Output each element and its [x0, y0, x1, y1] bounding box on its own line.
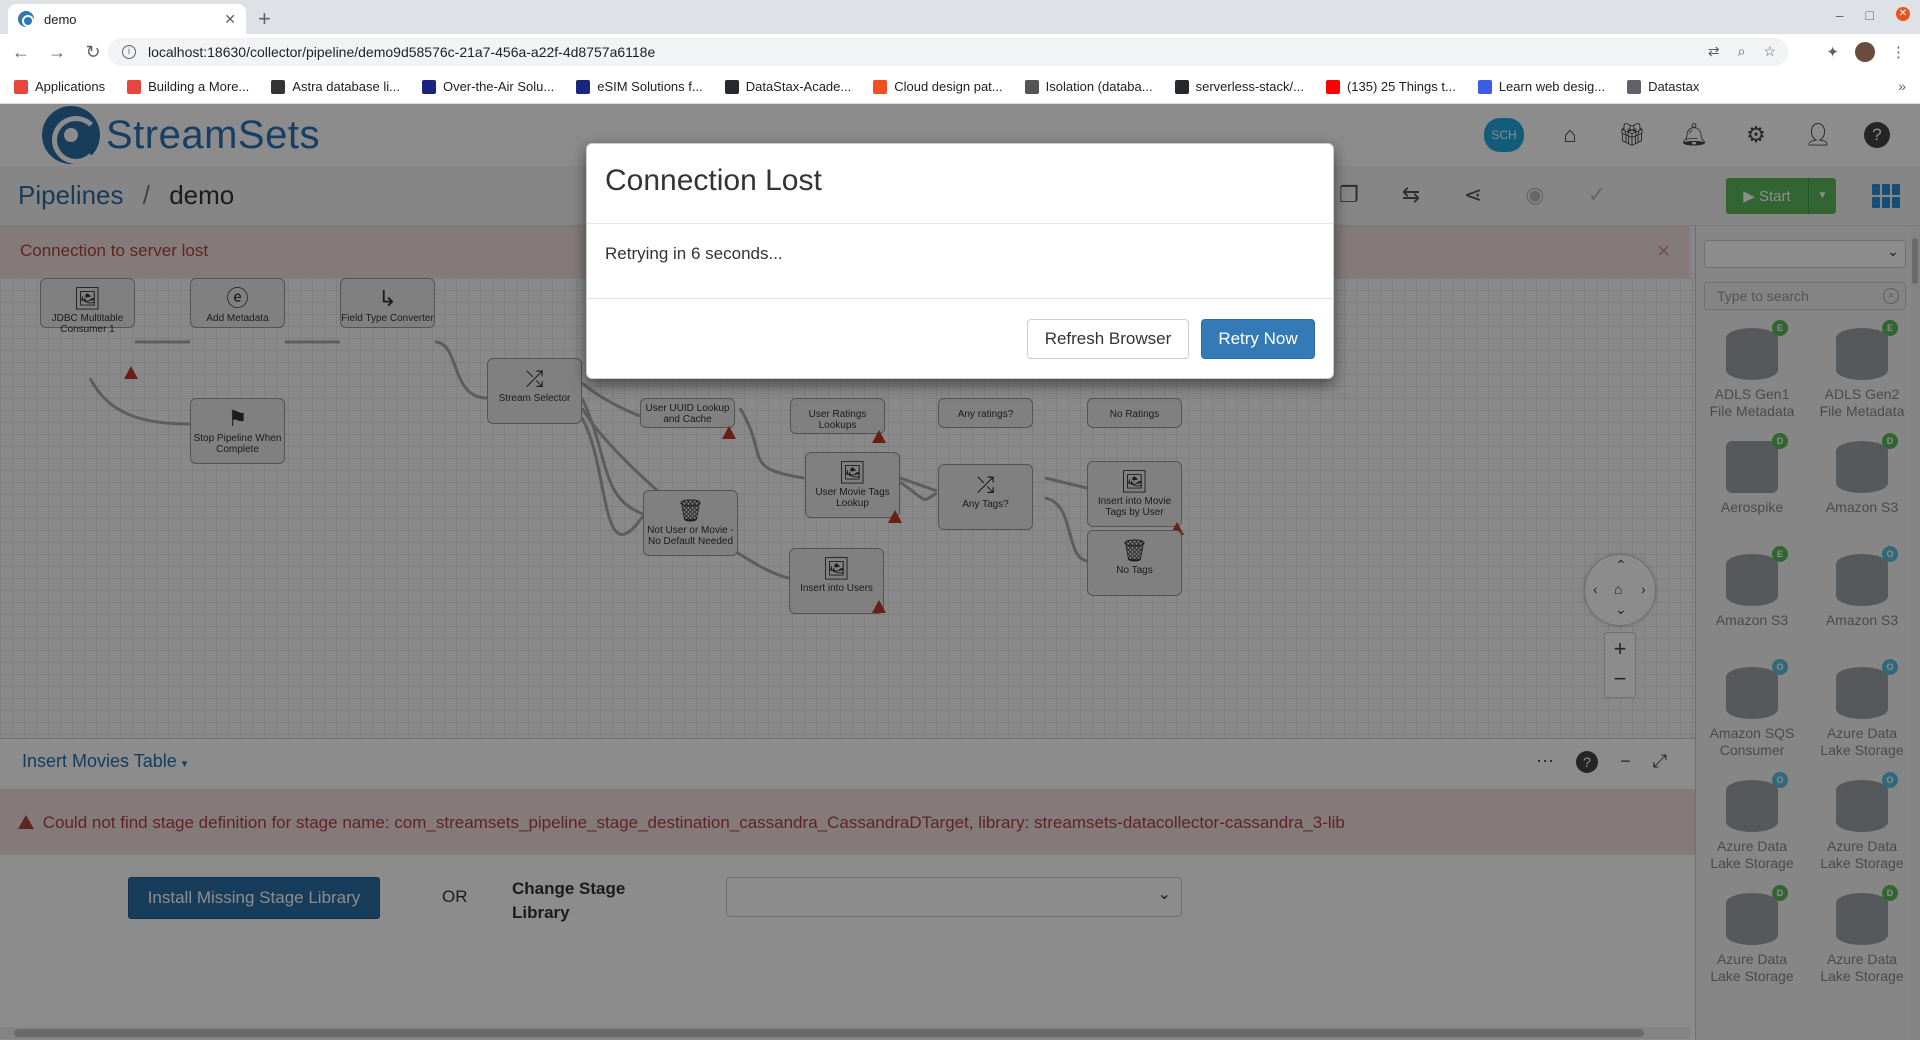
bookmark-item[interactable]: Datastax [1627, 79, 1699, 94]
bookmarks-bar: Applications Building a More... Astra data… [0, 70, 1920, 104]
bookmark-favicon-icon [1024, 79, 1039, 94]
bookmark-label: (135) 25 Things t... [1346, 79, 1456, 94]
url-text: localhost:18630/collector/pipeline/demo9… [148, 44, 656, 60]
minimize-icon[interactable]: – [1836, 7, 1844, 23]
bookmark-label: Datastax [1648, 79, 1700, 94]
bookmark-label: Isolation (databa... [1045, 79, 1153, 94]
retry-now-button[interactable]: Retry Now [1201, 319, 1315, 359]
modal-footer: Refresh Browser Retry Now [587, 299, 1333, 379]
bookmark-item[interactable]: DataStax-Acade... [724, 79, 852, 94]
bookmark-favicon-icon [14, 79, 28, 94]
bookmark-item[interactable]: Building a More... [127, 79, 249, 94]
bookmark-item[interactable]: Cloud design pat... [873, 79, 1003, 94]
bookmark-favicon-icon [1174, 79, 1189, 94]
translate-icon[interactable]: ⇄ [1708, 43, 1720, 60]
bookmark-favicon-icon [271, 79, 286, 94]
url-input[interactable]: i localhost:18630/collector/pipeline/dem… [108, 38, 1788, 66]
bookmark-item[interactable]: Astra database li... [271, 79, 400, 94]
tab-close-icon[interactable]: ✕ [224, 11, 236, 28]
browser-menu-icon[interactable]: ⋮ [1891, 43, 1906, 61]
site-info-icon[interactable]: i [122, 45, 136, 59]
browser-tabstrip: demo ✕ + – □ ✕ [0, 0, 1920, 34]
bookmark-label: Applications [35, 79, 106, 94]
folder-icon [1627, 79, 1642, 94]
bookmark-favicon-icon [421, 79, 436, 94]
reload-icon[interactable]: ↻ [78, 42, 108, 63]
bookmark-item[interactable]: Applications [14, 79, 105, 94]
bookmark-label: Cloud design pat... [894, 79, 1003, 94]
bookmark-label: Building a More... [148, 79, 250, 94]
back-icon[interactable]: ← [6, 42, 36, 63]
bookmark-favicon-icon [576, 79, 591, 94]
bookmark-item[interactable]: Learn web desig... [1477, 79, 1606, 94]
modal-body: Retrying in 6 seconds... [587, 224, 1333, 299]
address-bar: ← → ↻ i localhost:18630/collector/pipeli… [0, 34, 1920, 70]
maximize-icon[interactable]: □ [1866, 7, 1874, 23]
bookmark-favicon-icon [127, 79, 142, 94]
zoom-icon[interactable]: ⌕ [1738, 43, 1746, 60]
bookmark-label: Over-the-Air Solu... [442, 79, 555, 94]
forward-icon[interactable]: → [42, 42, 72, 63]
bookmark-item[interactable]: Over-the-Air Solu... [421, 79, 555, 94]
bookmark-item[interactable]: serverless-stack/... [1174, 79, 1304, 94]
window-controls: – □ ✕ [1836, 7, 1910, 23]
bookmarks-overflow-icon[interactable]: » [1898, 78, 1906, 94]
bookmark-favicon-icon [1325, 79, 1340, 94]
window-close-icon[interactable]: ✕ [1896, 7, 1910, 21]
profile-avatar[interactable] [1855, 42, 1875, 62]
bookmark-item[interactable]: eSIM Solutions f... [576, 79, 703, 94]
tab-title: demo [44, 11, 77, 27]
bookmark-favicon-icon [1477, 79, 1492, 94]
streamsets-favicon-icon [18, 11, 34, 27]
bookmark-label: serverless-stack/... [1195, 79, 1304, 94]
bookmark-label: Astra database li... [292, 79, 400, 94]
bookmark-favicon-icon [873, 79, 888, 94]
extensions-icon[interactable]: ✦ [1826, 43, 1839, 61]
bookmark-item[interactable]: (135) 25 Things t... [1325, 79, 1456, 94]
bookmark-star-icon[interactable]: ☆ [1763, 43, 1776, 60]
browser-tab[interactable]: demo ✕ [8, 4, 246, 34]
connection-lost-modal: Connection Lost Retrying in 6 seconds...… [586, 143, 1334, 379]
bookmark-label: DataStax-Acade... [745, 79, 852, 94]
bookmark-favicon-icon [724, 79, 739, 94]
new-tab-icon[interactable]: + [258, 6, 271, 32]
bookmark-label: eSIM Solutions f... [597, 79, 703, 94]
modal-header: Connection Lost [587, 144, 1333, 224]
refresh-browser-button[interactable]: Refresh Browser [1027, 319, 1189, 359]
bookmark-label: Learn web desig... [1498, 79, 1606, 94]
modal-title: Connection Lost [605, 164, 822, 197]
bookmark-item[interactable]: Isolation (databa... [1024, 79, 1153, 94]
